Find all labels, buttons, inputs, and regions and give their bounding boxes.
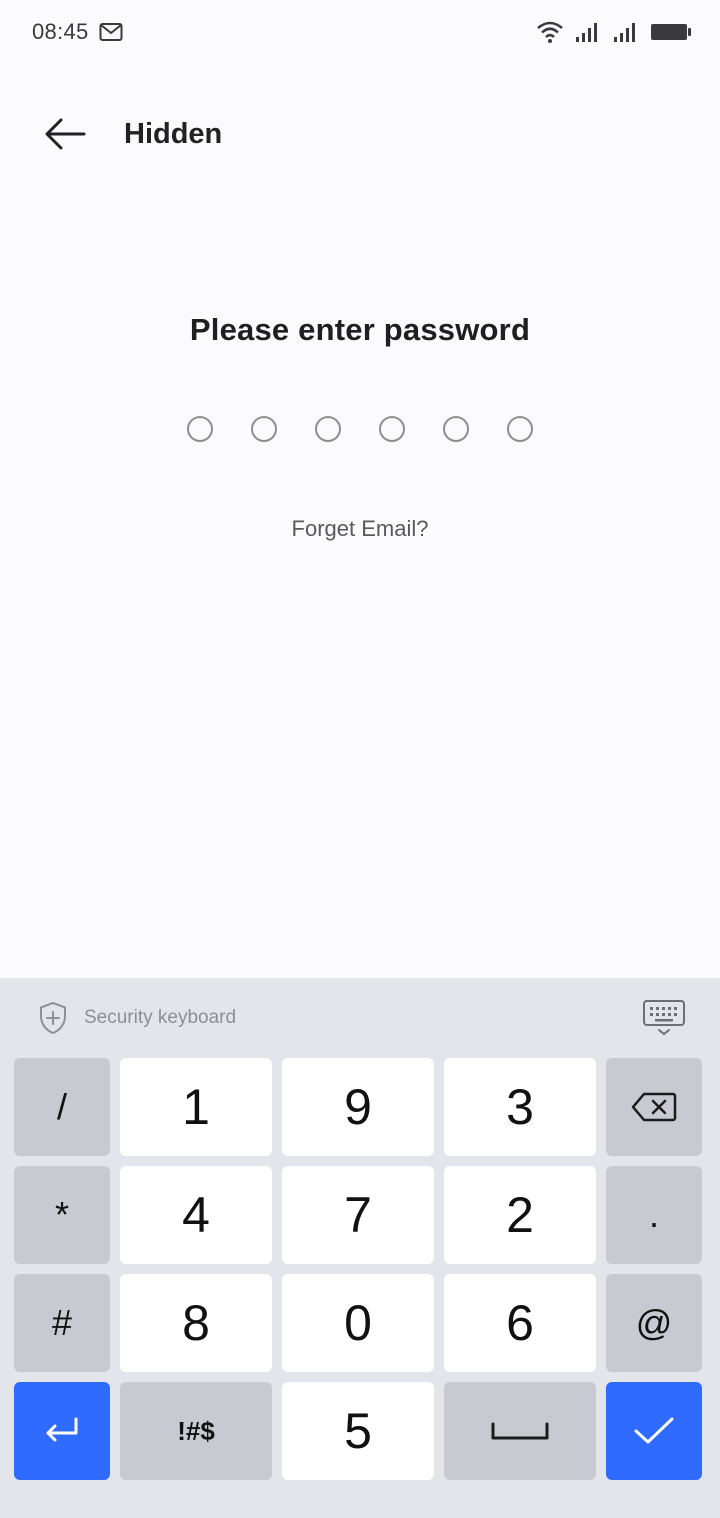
app-header: Hidden [0,92,720,176]
keypad: / 1 9 3 * 4 7 2 . # 8 0 6 @ !#$ 5 [14,1058,706,1490]
pin-dot [379,416,405,442]
enter-button[interactable] [14,1382,110,1480]
checkmark-icon [632,1415,676,1447]
back-button[interactable] [26,92,108,176]
keyboard-label: Security keyboard [84,1007,237,1028]
signal-icon [612,21,640,43]
key-8[interactable]: 8 [120,1274,272,1372]
backspace-button[interactable] [606,1058,702,1156]
key-5[interactable]: 5 [282,1382,434,1480]
key-0[interactable]: 0 [282,1274,434,1372]
keyboard-hide-icon[interactable] [642,999,686,1037]
keyboard-brand: Security keyboard [38,1001,236,1035]
confirm-button[interactable] [606,1382,702,1480]
pin-dot [251,416,277,442]
space-icon [490,1420,550,1442]
key-at[interactable]: @ [606,1274,702,1372]
key-3[interactable]: 3 [444,1058,596,1156]
status-time: 08:45 [32,19,89,44]
key-2[interactable]: 2 [444,1166,596,1264]
pin-dot [443,416,469,442]
password-prompt: Please enter password [189,312,531,347]
enter-icon [42,1416,82,1446]
key-7[interactable]: 7 [282,1166,434,1264]
key-slash[interactable]: / [14,1058,110,1156]
key-dot[interactable]: . [606,1166,702,1264]
page-title: Hidden [124,117,223,150]
signal-icon [574,21,602,43]
security-keyboard: Security keyboard / 1 9 3 * 4 7 2 . # 8 … [0,978,720,1518]
key-6[interactable]: 6 [444,1274,596,1372]
pin-dot [507,416,533,442]
status-left: 08:45 [32,19,123,45]
space-button[interactable] [444,1382,596,1480]
battery-icon [650,22,692,42]
key-hash[interactable]: # [14,1274,110,1372]
key-star[interactable]: * [14,1166,110,1264]
wifi-icon [536,20,564,44]
key-1[interactable]: 1 [120,1058,272,1156]
pin-dot [315,416,341,442]
shield-plus-icon [38,1001,68,1035]
back-arrow-icon [44,117,86,151]
symbols-button[interactable]: !#$ [120,1382,272,1480]
forgot-email-link[interactable]: Forget Email? [0,516,720,542]
email-icon [99,22,123,42]
key-4[interactable]: 4 [120,1166,272,1264]
keyboard-topbar: Security keyboard [0,978,720,1058]
key-9[interactable]: 9 [282,1058,434,1156]
status-bar: 08:45 [0,0,720,64]
status-right [536,20,692,44]
pin-dots[interactable] [0,416,720,442]
pin-dot [187,416,213,442]
backspace-icon [631,1092,677,1122]
